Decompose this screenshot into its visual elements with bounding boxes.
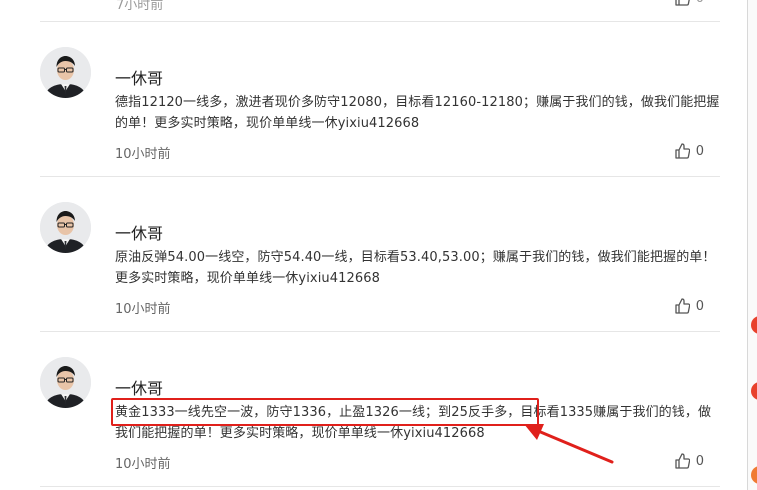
post-time: 10小时前: [115, 457, 171, 472]
like-count: 0: [695, 298, 704, 314]
author-name[interactable]: 一休哥: [115, 220, 163, 244]
thumbs-up-icon: [675, 453, 690, 469]
like-button[interactable]: 0: [674, 143, 704, 159]
thumbs-up-icon: [675, 298, 690, 314]
post-content: 德指12120一线多，激进者现价多防守12080，目标看12160-12180；…: [115, 95, 720, 131]
previous-post-tail: 7小时前 0: [40, 0, 720, 22]
avatar[interactable]: [40, 47, 91, 98]
like-count: 0: [696, 0, 704, 6]
like-button[interactable]: 0: [674, 0, 704, 6]
post-content: 原油反弹54.00一线空，防守54.40一线，目标看53.40,53.00；赚属…: [115, 250, 716, 286]
avatar[interactable]: [40, 357, 91, 408]
like-button[interactable]: 0: [674, 298, 704, 314]
thumbs-up-icon: [675, 0, 690, 6]
like-count: 0: [695, 453, 704, 469]
post-time: 10小时前: [115, 147, 171, 162]
post-time: 7小时前: [116, 0, 164, 13]
author-name[interactable]: 一休哥: [115, 65, 163, 89]
post-item: 一休哥 黄金1333一线先空一波，防守1336，止盈1326一线；到25反手多，…: [40, 332, 720, 487]
post-item: 一休哥 原油反弹54.00一线空，防守54.40一线，目标看53.40,53.0…: [40, 177, 720, 332]
author-name[interactable]: 一休哥: [115, 375, 163, 399]
avatar-image: [40, 357, 91, 408]
avatar[interactable]: [40, 202, 91, 253]
avatar-image: [40, 202, 91, 253]
post-item: 一休哥 德指12120一线多，激进者现价多防守12080，目标看12160-12…: [40, 22, 720, 177]
scrollbar[interactable]: [747, 0, 757, 490]
post-time: 10小时前: [115, 302, 171, 317]
post-content: 黄金1333一线先空一波，防守1336，止盈1326一线；到25反手多，目标看1…: [115, 405, 712, 441]
comment-feed: 7小时前 0 一休哥 德指12120一线多，激进者现价多防守12080，目标看1…: [0, 0, 740, 490]
like-button[interactable]: 0: [674, 453, 704, 469]
like-count: 0: [695, 143, 704, 159]
avatar-image: [40, 47, 91, 98]
thumbs-up-icon: [675, 143, 690, 159]
